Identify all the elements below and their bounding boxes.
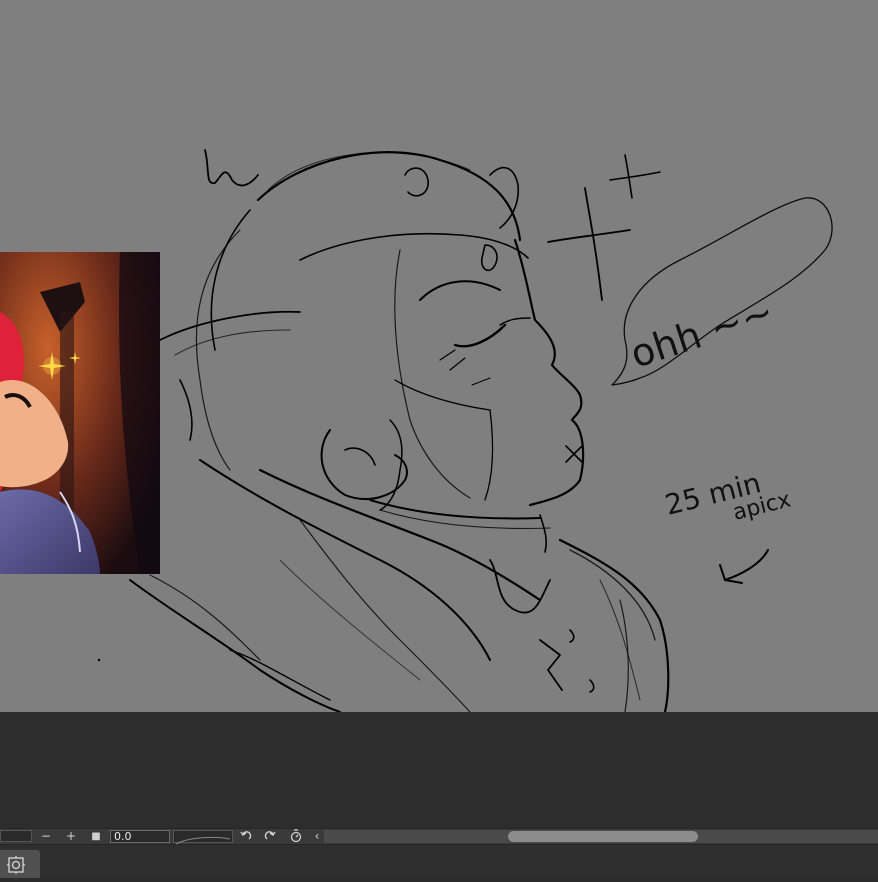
zoom-in-button[interactable]: +	[63, 829, 79, 844]
redo-icon[interactable]	[262, 829, 278, 844]
canvas-toolbar: − + ■ 0.0 ‹	[0, 828, 878, 845]
stop-button[interactable]: ■	[88, 829, 104, 844]
zoom-slider[interactable]	[173, 830, 233, 845]
navigator-icon	[7, 856, 25, 874]
undo-icon[interactable]	[238, 829, 254, 844]
rotation-field[interactable]	[0, 830, 32, 842]
handwriting-ohh: ohh ~~	[625, 289, 779, 376]
timeline-panel	[0, 712, 878, 828]
zoom-out-button[interactable]: −	[38, 829, 54, 844]
navigator-button[interactable]	[0, 850, 40, 878]
zoom-input[interactable]: 0.0	[110, 830, 170, 843]
scrollbar-thumb[interactable]	[508, 831, 698, 842]
collapse-button[interactable]: ‹	[310, 829, 324, 844]
drawing-canvas[interactable]: ohh ~~ 25 min apicx	[0, 0, 878, 712]
status-bar	[0, 845, 878, 878]
reset-rotation-icon[interactable]	[288, 829, 304, 844]
reference-image	[0, 252, 160, 574]
reference-painting	[0, 252, 160, 574]
